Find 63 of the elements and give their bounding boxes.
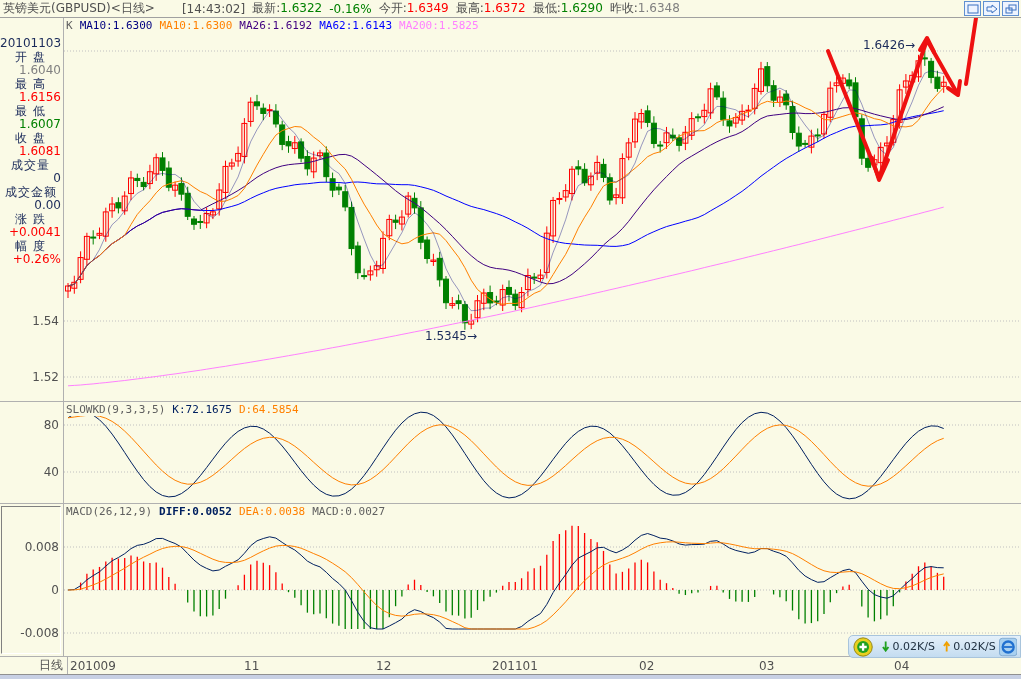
legend-item: MA10:1.6300 bbox=[79, 19, 153, 32]
price-axis-label: 1.54 bbox=[32, 314, 59, 328]
info-label: 成交量 bbox=[10, 158, 51, 172]
plus-circle-icon[interactable] bbox=[853, 635, 874, 658]
info-label: 最 高 bbox=[14, 77, 47, 91]
legend-item: K bbox=[66, 19, 73, 32]
download-arrow-icon bbox=[882, 641, 890, 652]
macd-axis-label: 0.008 bbox=[24, 540, 59, 554]
info-value: 0.00 bbox=[33, 199, 61, 213]
quote-value: 最新:1.6322 bbox=[252, 0, 323, 17]
quote-value: 最高:1.6372 bbox=[455, 0, 526, 17]
macd-axis-label: 0 bbox=[51, 583, 59, 597]
quote-value: 今开:1.6349 bbox=[378, 0, 449, 17]
arrow-right-button[interactable] bbox=[983, 1, 1000, 16]
info-value: 1.6156 bbox=[18, 91, 61, 105]
chart-view-button[interactable] bbox=[964, 1, 981, 16]
time-axis-label: 02 bbox=[639, 659, 655, 673]
quote-value: 最低:1.6290 bbox=[532, 0, 603, 17]
legend-item: MA10:1.6300 bbox=[159, 19, 233, 32]
info-value: 1.6040 bbox=[18, 64, 61, 78]
upload-speed: 0.02K/S bbox=[953, 640, 996, 653]
info-label: 涨 跌 bbox=[14, 212, 47, 226]
info-label: 幅 度 bbox=[14, 239, 47, 253]
info-date: 20101103 bbox=[0, 37, 61, 51]
period-label: 日线 bbox=[39, 657, 63, 674]
legend-item: DIFF:0.0052 bbox=[159, 505, 232, 518]
quote-value: 昨收:1.6348 bbox=[609, 0, 680, 17]
legend-item: SLOWKD(9,3,3,5) bbox=[66, 403, 166, 416]
legend-item: K:72.1675 bbox=[172, 403, 232, 416]
time-axis-label: 11 bbox=[244, 659, 260, 673]
time-axis-label: 201009 bbox=[70, 659, 116, 673]
time-axis-label: 201101 bbox=[492, 659, 538, 673]
info-label: 成交金额 bbox=[3, 185, 58, 199]
legend-item: MA62:1.6143 bbox=[319, 19, 393, 32]
restore-window-button[interactable] bbox=[1002, 1, 1019, 16]
legend-item: MACD:0.0027 bbox=[312, 505, 386, 518]
legend-item: MA26:1.6192 bbox=[239, 19, 313, 32]
info-value: 0 bbox=[52, 172, 61, 186]
macd-axis-label: -0.008 bbox=[20, 626, 59, 640]
legend-item: DEA:0.0038 bbox=[238, 505, 306, 518]
time-axis-label: 12 bbox=[376, 659, 392, 673]
low-annotation: 1.5345→ bbox=[425, 329, 478, 343]
legend-item: D:64.5854 bbox=[238, 403, 299, 416]
info-value: +0.0041 bbox=[7, 226, 61, 240]
info-value: +0.26% bbox=[11, 253, 61, 267]
price-axis-label: 1.52 bbox=[32, 370, 59, 384]
legend-item: MA200:1.5825 bbox=[399, 19, 479, 32]
kd-axis-label: 80 bbox=[43, 418, 59, 432]
quote-time: [14:43:02] bbox=[181, 1, 246, 16]
legend-item: MACD(26,12,9) bbox=[66, 505, 153, 518]
download-speed: 0.02K/S bbox=[892, 640, 935, 653]
info-label: 收 盘 bbox=[14, 131, 47, 145]
info-label: 最 低 bbox=[14, 104, 47, 118]
info-label: 开 盘 bbox=[14, 50, 47, 64]
quote-value: -0.16% bbox=[329, 1, 372, 16]
upload-arrow-icon bbox=[942, 641, 951, 652]
time-axis-label: 04 bbox=[894, 659, 910, 673]
time-axis-label: 03 bbox=[759, 659, 775, 673]
symbol-title: 英镑美元(GBPUSD)<日线> bbox=[3, 0, 155, 17]
info-value: 1.6007 bbox=[18, 118, 61, 132]
info-value: 1.6081 bbox=[18, 145, 61, 159]
high-annotation: 1.6426→ bbox=[863, 38, 916, 52]
kd-axis-label: 40 bbox=[43, 465, 59, 479]
